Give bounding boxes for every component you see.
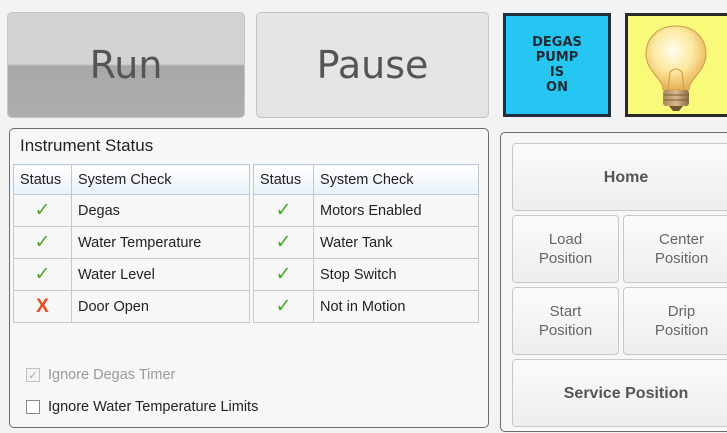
button-label-line: Position xyxy=(654,250,709,267)
panel-title: Instrument Status xyxy=(20,136,154,155)
button-label-line: Position xyxy=(538,322,593,339)
ignore-degas-timer-option: ✓ Ignore Degas Timer xyxy=(26,367,175,383)
check-label: Motors Enabled xyxy=(313,194,479,227)
home-button[interactable]: Home xyxy=(512,143,727,211)
option-label: Ignore Degas Timer xyxy=(48,367,176,383)
run-button[interactable]: Run xyxy=(7,12,245,118)
check-icon: ✓ xyxy=(253,226,314,259)
drip-position-button[interactable]: Drip Position xyxy=(623,287,727,355)
x-mark-icon: X xyxy=(13,290,72,323)
button-label-line: Load xyxy=(548,231,583,248)
column-header-status: Status xyxy=(253,164,314,195)
check-icon: ✓ xyxy=(13,258,72,291)
service-position-button[interactable]: Service Position xyxy=(512,359,727,427)
table-row: ✓ Motors Enabled xyxy=(253,194,479,227)
check-label: Water Tank xyxy=(313,226,479,259)
table-row: ✓ Degas xyxy=(13,194,250,227)
lightbulb-icon xyxy=(645,25,707,111)
status-table-left: Status System Check ✓ Degas ✓ Water Temp… xyxy=(13,164,250,323)
column-header-status: Status xyxy=(13,164,72,195)
instrument-status-panel: Instrument Status Status System Check ✓ … xyxy=(9,128,489,428)
load-position-button[interactable]: Load Position xyxy=(512,215,619,283)
pause-button[interactable]: Pause xyxy=(256,12,489,118)
button-label-line: Drip xyxy=(667,303,696,320)
ignore-degas-timer-checkbox: ✓ xyxy=(26,368,40,382)
table-row: ✓ Water Temperature xyxy=(13,226,250,259)
center-position-button[interactable]: Center Position xyxy=(623,215,727,283)
degas-indicator-line: PUMP xyxy=(535,50,579,65)
check-icon: ✓ xyxy=(13,226,72,259)
check-label: Water Temperature xyxy=(71,226,250,259)
degas-indicator-line: ON xyxy=(546,80,568,95)
lightbulb-indicator xyxy=(625,13,727,117)
ignore-water-temperature-limits-option[interactable]: Ignore Water Temperature Limits xyxy=(26,399,258,415)
option-label: Ignore Water Temperature Limits xyxy=(48,399,259,415)
button-label-line: Position xyxy=(538,250,593,267)
degas-pump-indicator: DEGAS PUMP IS ON xyxy=(503,13,611,117)
check-label: Not in Motion xyxy=(313,290,479,323)
check-icon: ✓ xyxy=(253,258,314,291)
start-position-button[interactable]: Start Position xyxy=(512,287,619,355)
table-row: ✓ Water Level xyxy=(13,258,250,291)
position-panel: Home Load Position Center Position Start Po… xyxy=(500,132,727,432)
check-label: Water Level xyxy=(71,258,250,291)
table-row: X Door Open xyxy=(13,290,250,323)
table-row: ✓ Not in Motion xyxy=(253,290,479,323)
check-icon: ✓ xyxy=(253,290,314,323)
column-header-system-check: System Check xyxy=(313,164,479,195)
check-label: Stop Switch xyxy=(313,258,479,291)
table-row: ✓ Stop Switch xyxy=(253,258,479,291)
check-label: Door Open xyxy=(71,290,250,323)
button-label-line: Position xyxy=(654,322,709,339)
check-label: Degas xyxy=(71,194,250,227)
check-icon: ✓ xyxy=(253,194,314,227)
button-label-line: Center xyxy=(658,231,705,248)
degas-indicator-line: IS xyxy=(549,65,565,80)
status-table-right: Status System Check ✓ Motors Enabled ✓ W… xyxy=(253,164,479,323)
degas-indicator-line: DEGAS xyxy=(532,35,582,50)
column-header-system-check: System Check xyxy=(71,164,250,195)
ignore-water-temperature-limits-checkbox[interactable] xyxy=(26,400,40,414)
button-label-line: Start xyxy=(549,303,582,320)
table-row: ✓ Water Tank xyxy=(253,226,479,259)
check-icon: ✓ xyxy=(13,194,72,227)
